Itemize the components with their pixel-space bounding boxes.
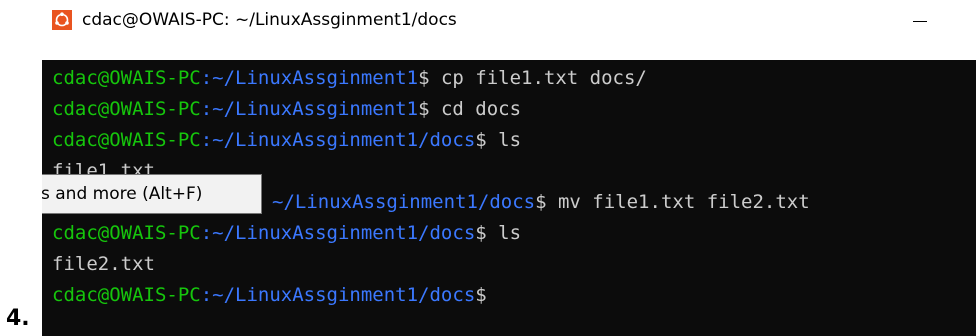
terminal-line: ~/LinuxAssginment1/docs$ mv file1.txt fi… xyxy=(272,186,810,218)
terminal-output[interactable]: cdac@OWAIS-PC:~/LinuxAssginment1$ cp fil… xyxy=(42,60,976,336)
prompt-path: :~/LinuxAssginment1/docs xyxy=(200,129,476,151)
command-text: $ xyxy=(475,284,487,306)
terminal-line: cdac@OWAIS-PC:~/LinuxAssginment1/docs$ l… xyxy=(52,124,521,156)
prompt-user: cdac@OWAIS-PC xyxy=(52,67,201,89)
tooltip: s and more (Alt+F) xyxy=(42,174,262,214)
prompt-user: cdac@OWAIS-PC xyxy=(52,222,201,244)
title-bar[interactable]: cdac@OWAIS-PC: ~/LinuxAssginment1/docs xyxy=(42,0,976,60)
prompt-path: ~/LinuxAssginment1/docs xyxy=(272,191,536,213)
page: 4. cdac@OWAIS-PC: ~/LinuxAssginment1/doc… xyxy=(0,0,976,336)
list-number: 4. xyxy=(6,306,30,331)
window-title: cdac@OWAIS-PC: ~/LinuxAssginment1/docs xyxy=(82,10,457,30)
command-text: $ cd docs xyxy=(418,98,522,120)
output-text: file2.txt xyxy=(52,253,155,275)
prompt-user: cdac@OWAIS-PC xyxy=(52,129,201,151)
minimize-icon xyxy=(913,20,927,22)
prompt-user: cdac@OWAIS-PC xyxy=(52,284,201,306)
command-text: $ ls xyxy=(475,129,522,151)
prompt-path: :~/LinuxAssginment1/docs xyxy=(200,222,476,244)
terminal-line: cdac@OWAIS-PC:~/LinuxAssginment1/docs$ l… xyxy=(52,217,521,249)
command-text: $ ls xyxy=(475,222,522,244)
terminal-line: file2.txt xyxy=(52,248,155,280)
ubuntu-app-icon[interactable] xyxy=(52,10,72,30)
prompt-path: :~/LinuxAssginment1/docs xyxy=(200,284,476,306)
prompt-path: :~/LinuxAssginment1 xyxy=(200,98,419,120)
command-text: $ mv file1.txt file2.txt xyxy=(535,191,810,213)
terminal-window[interactable]: cdac@OWAIS-PC: ~/LinuxAssginment1/docs c… xyxy=(42,0,976,336)
terminal-line: cdac@OWAIS-PC:~/LinuxAssginment1$ cp fil… xyxy=(52,62,647,94)
minimize-button[interactable] xyxy=(900,4,940,38)
command-text: $ cp file1.txt docs/ xyxy=(418,67,647,89)
terminal-line: cdac@OWAIS-PC:~/LinuxAssginment1/docs$ xyxy=(52,279,487,311)
terminal-line: cdac@OWAIS-PC:~/LinuxAssginment1$ cd doc… xyxy=(52,93,521,125)
prompt-user: cdac@OWAIS-PC xyxy=(52,98,201,120)
prompt-path: :~/LinuxAssginment1 xyxy=(200,67,419,89)
